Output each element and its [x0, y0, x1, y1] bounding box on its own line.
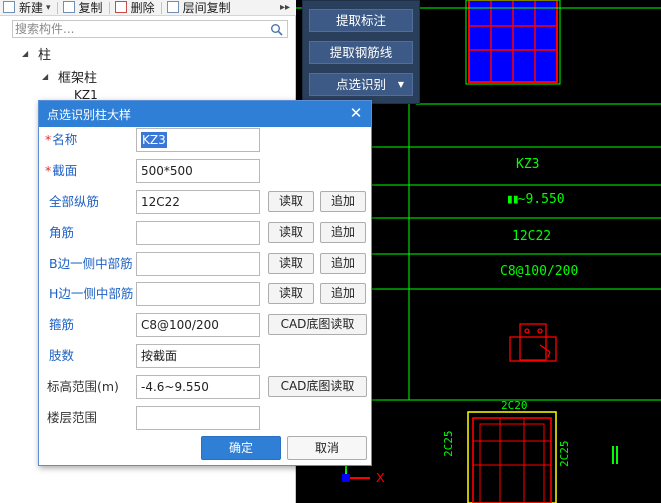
- tree-item-label: 框架柱: [58, 71, 98, 86]
- tree-item-label: 柱: [38, 48, 52, 63]
- lower-column-section: [467, 411, 557, 503]
- identify-side-panel: 提取标注 提取钢筋线 点选识别 ▼: [302, 0, 420, 104]
- elevation-prefix-symbol: ▮▮: [506, 192, 520, 207]
- stirrup-cad-read-button[interactable]: CAD底图读取: [268, 314, 367, 335]
- expand-triangle-icon[interactable]: ◢: [22, 49, 30, 58]
- new-file-icon: [3, 0, 15, 13]
- section-field[interactable]: 500*500: [136, 159, 260, 183]
- copy-button[interactable]: 复制: [60, 0, 107, 15]
- b-side-rebar-read-button[interactable]: 读取: [268, 253, 314, 274]
- axis-x-label: X: [376, 470, 385, 485]
- toolbar-divider: [160, 1, 162, 14]
- h-side-rebar-field[interactable]: [136, 282, 260, 306]
- cad-annotation-top-rebar: 2C20: [501, 399, 528, 412]
- toolbar-divider: [56, 1, 58, 14]
- floor-range-field[interactable]: [136, 406, 260, 430]
- dialog-title: 点选识别柱大样: [47, 107, 132, 122]
- cad-annotation-long-rebar: 12C22: [512, 229, 552, 244]
- search-box: [12, 20, 288, 38]
- stirrup-field[interactable]: C8@100/200: [136, 313, 260, 337]
- name-field-value: KZ3: [141, 132, 167, 148]
- all-long-rebar-read-button[interactable]: 读取: [268, 191, 314, 212]
- corner-rebar-append-button[interactable]: 追加: [320, 222, 366, 243]
- b-side-rebar-append-button[interactable]: 追加: [320, 253, 366, 274]
- cad-annotation-stirrup: C8@100/200: [500, 264, 579, 279]
- cancel-button[interactable]: 取消: [287, 436, 367, 460]
- elevation-range-field[interactable]: -4.6~9.550: [136, 375, 260, 399]
- close-icon[interactable]: ✕: [348, 105, 364, 121]
- floor-range-label: 楼层范围: [47, 410, 98, 425]
- b-side-rebar-label: B边一侧中部筋: [49, 256, 133, 271]
- extract-annotation-button[interactable]: 提取标注: [309, 9, 413, 32]
- point-identify-column-detail-dialog: 点选识别柱大样 ✕ *名称 KZ3 *截面 500*500 全部纵筋 12C22…: [38, 100, 372, 466]
- dialog-titlebar[interactable]: 点选识别柱大样 ✕: [39, 101, 371, 127]
- component-toolbar: 新建 ▾ 复制 删除 层间复制 ▸▸: [0, 0, 296, 16]
- floor-copy-button-label: 层间复制: [182, 1, 231, 15]
- tree-item-column[interactable]: ◢ 柱: [22, 44, 51, 63]
- floor-copy-button[interactable]: 层间复制: [164, 0, 235, 15]
- cad-annotation-name: KZ3: [516, 157, 540, 172]
- name-label: *名称: [45, 128, 77, 152]
- all-long-rebar-field[interactable]: 12C22: [136, 190, 260, 214]
- corner-rebar-label: 角筋: [49, 225, 75, 240]
- limbs-label: 肢数: [49, 348, 75, 363]
- toolbar-divider: [108, 1, 110, 14]
- copy-button-label: 复制: [78, 1, 103, 15]
- h-side-rebar-read-button[interactable]: 读取: [268, 283, 314, 304]
- new-button[interactable]: 新建 ▾: [0, 0, 55, 15]
- delete-button[interactable]: 删除: [112, 0, 159, 15]
- corner-rebar-read-button[interactable]: 读取: [268, 222, 314, 243]
- search-icon[interactable]: [270, 23, 284, 37]
- name-label-text: 名称: [52, 132, 78, 147]
- elevation-range-label: 标高范围(m): [47, 379, 119, 394]
- required-star: *: [45, 163, 52, 178]
- cad-annotation-left-rebar: 2C25: [442, 430, 455, 458]
- name-field[interactable]: KZ3: [136, 128, 260, 152]
- expand-triangle-icon[interactable]: ◢: [42, 72, 50, 81]
- stirrup-detail: [509, 323, 557, 362]
- copy-icon: [62, 0, 75, 13]
- extract-rebar-line-button[interactable]: 提取钢筋线: [309, 41, 413, 64]
- cad-annotation-elevation-value: 9.550: [525, 192, 565, 207]
- cad-annotation-elevation: ▮▮~9.550: [506, 192, 565, 207]
- tree-item-frame-column[interactable]: ◢ 框架柱: [42, 67, 97, 86]
- double-chevron-right-icon[interactable]: ▸▸: [280, 2, 296, 13]
- delete-button-label: 删除: [130, 1, 155, 15]
- h-side-rebar-label: H边一侧中部筋: [49, 286, 134, 301]
- chevron-down-icon[interactable]: ▾: [46, 3, 51, 13]
- delete-icon: [114, 0, 127, 13]
- h-side-rebar-append-button[interactable]: 追加: [320, 283, 366, 304]
- all-long-rebar-label: 全部纵筋: [49, 194, 100, 209]
- elevation-cad-read-button[interactable]: CAD底图读取: [268, 376, 367, 397]
- point-identify-label: 点选识别: [335, 77, 386, 92]
- stirrup-label: 箍筋: [49, 317, 75, 332]
- section-label-text: 截面: [52, 163, 78, 178]
- floor-copy-icon: [166, 0, 179, 13]
- ok-button[interactable]: 确定: [201, 436, 281, 460]
- upper-column-section: [465, 0, 561, 85]
- b-side-rebar-field[interactable]: [136, 252, 260, 276]
- new-button-label: 新建: [19, 1, 44, 15]
- required-star: *: [45, 132, 52, 147]
- chevron-down-icon[interactable]: ▼: [398, 74, 404, 95]
- point-identify-button[interactable]: 点选识别 ▼: [309, 73, 413, 96]
- section-label: *截面: [45, 159, 77, 183]
- cad-annotation-right-rebar: 2C25: [558, 440, 571, 468]
- corner-rebar-field[interactable]: [136, 221, 260, 245]
- cad-side-glyph: [612, 446, 618, 464]
- all-long-rebar-append-button[interactable]: 追加: [320, 191, 366, 212]
- limbs-field[interactable]: 按截面: [136, 344, 260, 368]
- search-input[interactable]: [13, 21, 263, 37]
